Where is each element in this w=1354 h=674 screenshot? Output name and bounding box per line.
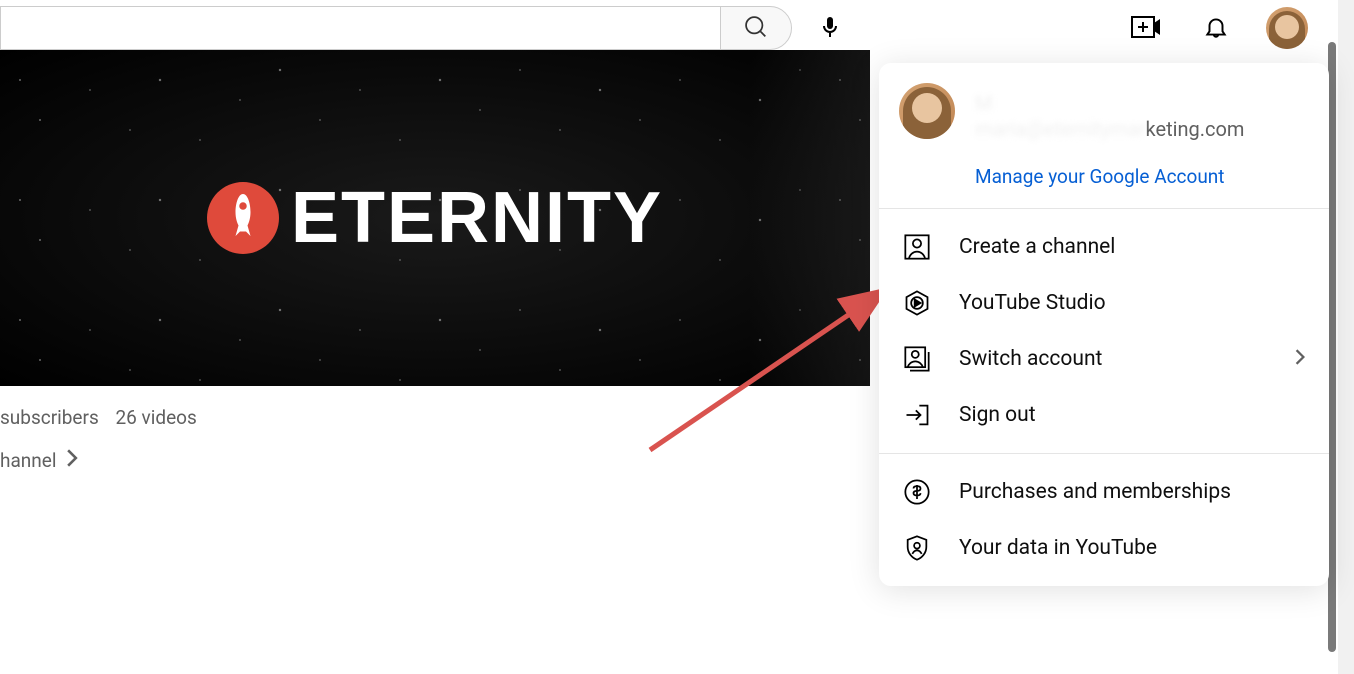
dropdown-header: M maria@eternitymarketing.com — [879, 63, 1329, 155]
voice-search-button[interactable] — [810, 8, 850, 48]
banner-overlay — [750, 50, 870, 386]
menu-label: Switch account — [959, 347, 1267, 371]
menu-label: Create a channel — [959, 235, 1305, 259]
menu-youtube-studio[interactable]: YouTube Studio — [879, 275, 1329, 331]
bell-icon — [1203, 14, 1229, 43]
account-dropdown: M maria@eternitymarketing.com Manage you… — [879, 63, 1329, 586]
brand-text: ETERNITY — [291, 177, 663, 259]
create-video-icon — [1131, 16, 1161, 41]
brand-logo: ETERNITY — [207, 177, 663, 259]
studio-icon — [903, 289, 931, 317]
search-container — [0, 6, 850, 50]
dropdown-avatar — [899, 83, 955, 139]
search-button[interactable] — [720, 6, 792, 50]
menu-label: Sign out — [959, 403, 1305, 427]
microphone-icon — [818, 15, 842, 42]
menu-your-data[interactable]: Your data in YouTube — [879, 520, 1329, 576]
scrollbar-track-outer[interactable] — [1338, 0, 1354, 674]
menu-purchases[interactable]: Purchases and memberships — [879, 464, 1329, 520]
menu-label: YouTube Studio — [959, 291, 1305, 315]
videos-count: 26 videos — [115, 406, 196, 429]
chevron-right-icon — [1295, 349, 1305, 369]
avatar-button[interactable] — [1266, 7, 1308, 49]
search-input[interactable] — [0, 6, 720, 50]
channel-banner: ETERNITY — [0, 50, 870, 386]
subscribers-label: subscribers — [0, 406, 99, 429]
menu-label: Your data in YouTube — [959, 536, 1305, 560]
user-name: M — [975, 91, 1309, 115]
dropdown-section-2: Purchases and memberships Your data in Y… — [879, 453, 1329, 586]
signout-icon — [903, 401, 931, 429]
search-icon — [742, 13, 770, 44]
topbar — [0, 0, 1354, 56]
menu-create-channel[interactable]: Create a channel — [879, 219, 1329, 275]
rocket-icon — [207, 182, 279, 254]
topbar-right — [1126, 7, 1338, 49]
notifications-button[interactable] — [1196, 8, 1236, 48]
user-email: maria@eternitymarketing.com — [975, 117, 1309, 141]
user-icon — [903, 233, 931, 261]
shield-icon — [903, 534, 931, 562]
switch-icon — [903, 345, 931, 373]
channel-link-text: hannel — [0, 449, 56, 472]
manage-account-link[interactable]: Manage your Google Account — [879, 155, 1329, 208]
chevron-right-icon — [66, 449, 78, 472]
dollar-icon — [903, 478, 931, 506]
create-button[interactable] — [1126, 8, 1166, 48]
dropdown-user: M maria@eternitymarketing.com — [975, 83, 1309, 141]
dropdown-section-1: Create a channel YouTube Studio Switch a… — [879, 208, 1329, 453]
menu-label: Purchases and memberships — [959, 480, 1305, 504]
menu-switch-account[interactable]: Switch account — [879, 331, 1329, 387]
menu-sign-out[interactable]: Sign out — [879, 387, 1329, 443]
scrollbar-thumb[interactable] — [1328, 42, 1336, 652]
